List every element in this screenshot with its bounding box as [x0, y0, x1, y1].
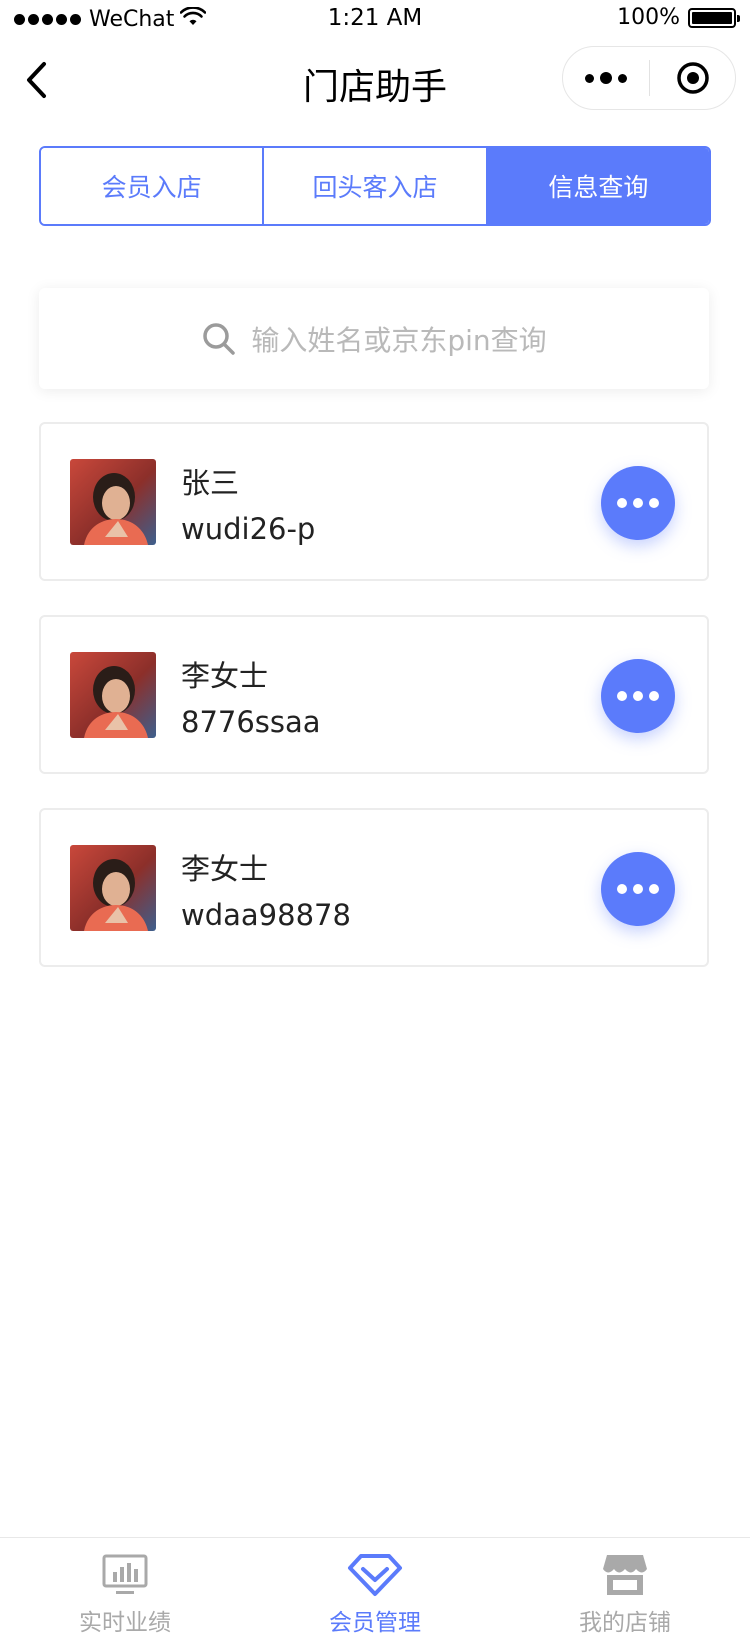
member-card[interactable]: 李女士 wdaa98878 [39, 808, 709, 967]
bottom-tab-bar: 实时业绩 会员管理 我的店铺 [0, 1537, 750, 1637]
avatar [70, 459, 156, 545]
diamond-icon [347, 1550, 403, 1599]
member-name: 张三 [181, 466, 240, 500]
member-pin: wudi26-p [181, 512, 316, 546]
member-pin: 8776ssaa [181, 705, 321, 739]
tab-member-checkin[interactable]: 会员入店 [41, 148, 263, 224]
avatar [70, 845, 156, 931]
more-dot-icon [633, 498, 643, 508]
status-bar: WeChat 1:21 AM 100% [0, 0, 750, 40]
mini-program-capsule [562, 46, 736, 110]
store-icon [602, 1550, 648, 1599]
member-name: 李女士 [181, 852, 269, 886]
tabbar-label: 会员管理 [329, 1610, 421, 1636]
more-dot-icon [649, 884, 659, 894]
status-right: 100% [617, 5, 740, 30]
battery-percent: 100% [617, 5, 680, 30]
tab-returning-checkin[interactable]: 回头客入店 [262, 148, 486, 224]
more-dot-icon [633, 691, 643, 701]
battery-icon [688, 7, 740, 28]
member-more-button[interactable] [601, 659, 675, 733]
chart-icon [102, 1550, 148, 1599]
member-more-button[interactable] [601, 852, 675, 926]
member-card[interactable]: 李女士 8776ssaa [39, 615, 709, 774]
more-dot-icon [617, 498, 627, 508]
tabbar-item-performance[interactable]: 实时业绩 [0, 1538, 250, 1637]
member-pin: wdaa98878 [181, 898, 351, 932]
nav-bar: 门店助手 [0, 40, 750, 120]
close-mini-program-button[interactable] [650, 47, 735, 109]
member-more-button[interactable] [601, 466, 675, 540]
avatar [70, 652, 156, 738]
segmented-tabs: 会员入店 回头客入店 信息查询 [39, 146, 711, 226]
more-dot-icon [617, 691, 627, 701]
more-options-button[interactable] [563, 47, 649, 109]
search-placeholder: 输入姓名或京东pin查询 [251, 323, 547, 357]
more-dot-icon [633, 884, 643, 894]
more-dot-icon [617, 884, 627, 894]
member-card[interactable]: 张三 wudi26-p [39, 422, 709, 581]
more-dot-icon [649, 691, 659, 701]
search-icon [201, 321, 237, 357]
tabbar-item-store[interactable]: 我的店铺 [500, 1538, 750, 1637]
tab-info-query[interactable]: 信息查询 [485, 148, 709, 224]
search-input[interactable]: 输入姓名或京东pin查询 [39, 288, 709, 389]
member-name: 李女士 [181, 659, 269, 693]
more-dot-icon [649, 498, 659, 508]
target-icon [676, 62, 709, 94]
tabbar-item-members[interactable]: 会员管理 [250, 1538, 500, 1637]
tabbar-label: 我的店铺 [579, 1610, 671, 1636]
tabbar-label: 实时业绩 [79, 1610, 171, 1636]
